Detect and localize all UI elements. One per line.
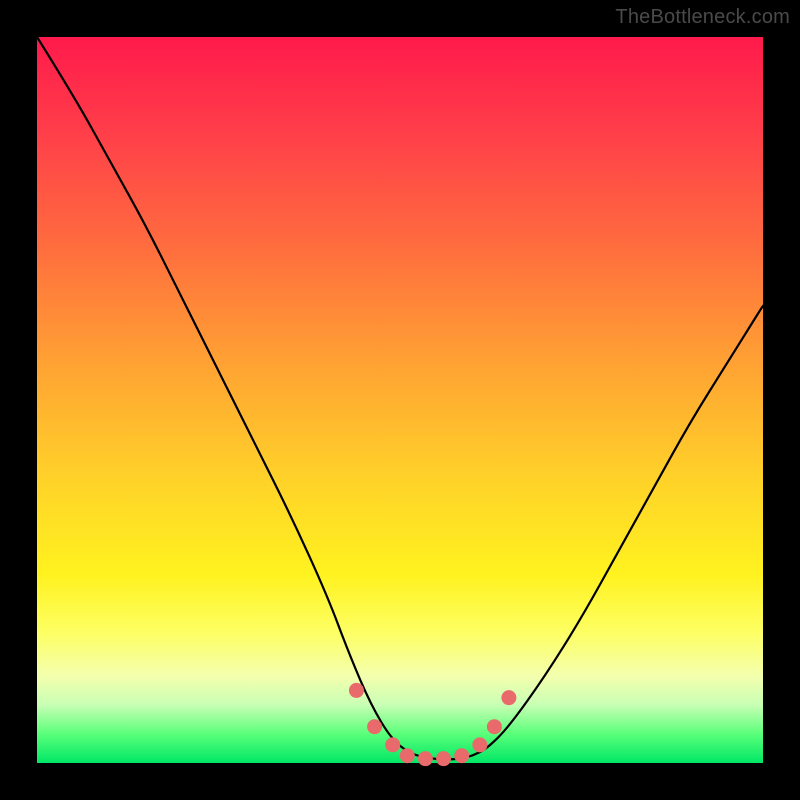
curve-marker — [436, 751, 451, 766]
curve-marker — [501, 690, 516, 705]
curve-marker — [400, 748, 415, 763]
outer-frame: TheBottleneck.com — [0, 0, 800, 800]
curve-marker — [418, 751, 433, 766]
curve-marker — [367, 719, 382, 734]
curve-marker — [472, 737, 487, 752]
curve-marker — [385, 737, 400, 752]
curve-marker — [487, 719, 502, 734]
curve-marker — [454, 748, 469, 763]
bottleneck-chart — [37, 37, 763, 763]
curve-markers — [349, 683, 516, 766]
bottleneck-curve-line — [37, 37, 763, 759]
curve-marker — [349, 683, 364, 698]
watermark-text: TheBottleneck.com — [615, 6, 790, 29]
